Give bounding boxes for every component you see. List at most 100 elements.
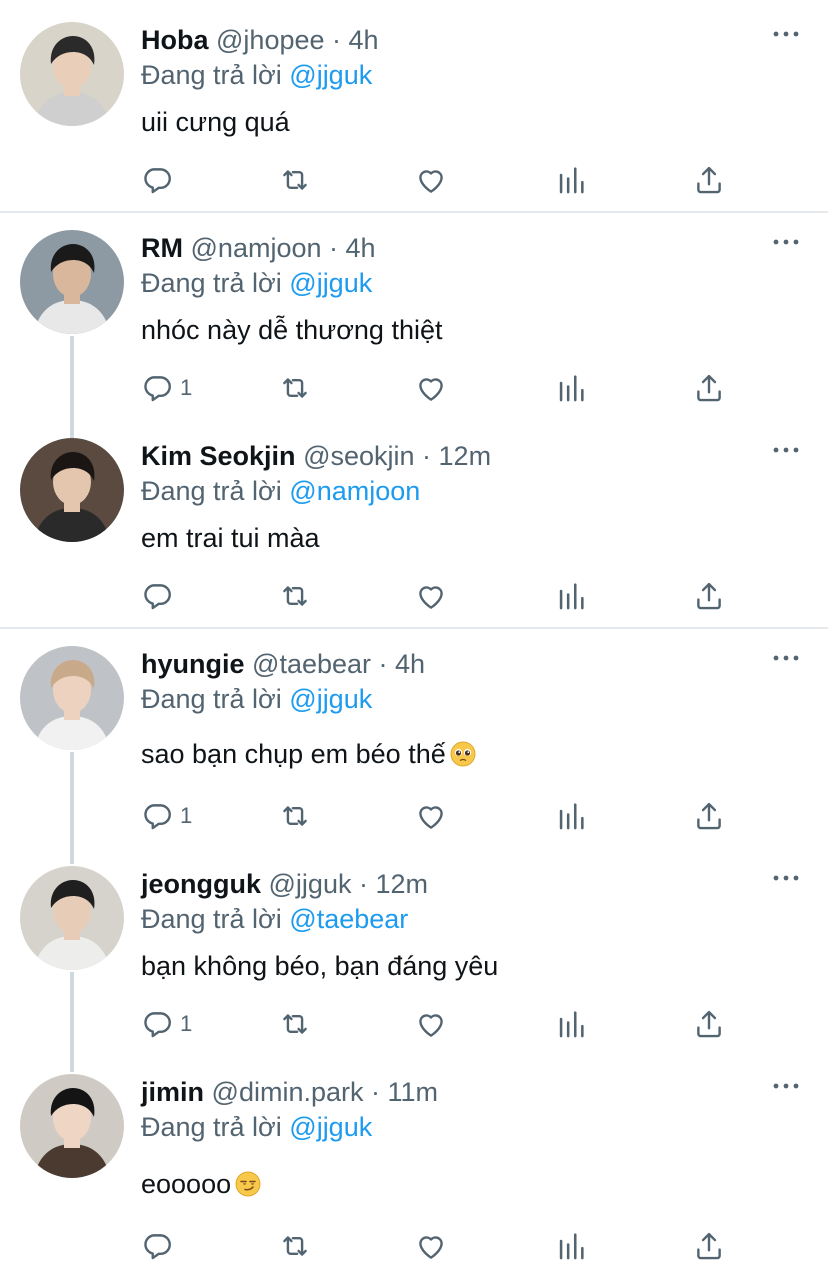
share-button[interactable] [692, 162, 726, 198]
timestamp[interactable]: 4h [395, 649, 425, 679]
retweet-icon [278, 163, 312, 197]
tweet-text: nhóc này dễ thương thiệt [141, 312, 442, 348]
retweet-icon [278, 371, 312, 405]
share-button[interactable] [692, 1228, 726, 1264]
share-button[interactable] [692, 370, 726, 406]
tweet-text: bạn không béo, bạn đáng yêu [141, 948, 498, 984]
more-icon[interactable] [770, 868, 802, 888]
tweet-actions [140, 1228, 740, 1264]
replying-to: Đang trả lời @taebear [141, 901, 408, 937]
like-button[interactable] [414, 162, 448, 198]
tweet-header: hyungie @taebear · 4h [141, 646, 425, 682]
separator-dot: · [351, 869, 376, 899]
avatar[interactable] [20, 646, 124, 750]
mention-link[interactable]: @jjguk [289, 268, 372, 298]
views-button[interactable] [554, 798, 588, 834]
tweet-text-content: bạn không béo, bạn đáng yêu [141, 951, 499, 981]
like-button[interactable] [414, 1006, 448, 1042]
timestamp[interactable]: 4h [346, 233, 376, 263]
like-button[interactable] [414, 370, 448, 406]
share-button[interactable] [692, 1006, 726, 1042]
reply-button[interactable]: 1 [140, 370, 192, 406]
like-button[interactable] [414, 578, 448, 614]
more-icon[interactable] [770, 1076, 802, 1096]
retweet-icon [278, 1229, 312, 1263]
tweet-text-content: nhóc này dễ thương thiệt [141, 315, 443, 345]
reply-icon [140, 371, 174, 405]
user-handle[interactable]: @taebear [252, 649, 371, 679]
display-name[interactable]: Kim Seokjin [141, 441, 296, 471]
display-name[interactable]: RM [141, 233, 183, 263]
reply-button[interactable]: 1 [140, 1006, 192, 1042]
thread-line [70, 336, 74, 440]
views-button[interactable] [554, 162, 588, 198]
avatar[interactable] [20, 1074, 124, 1178]
like-button[interactable] [414, 798, 448, 834]
retweet-button[interactable] [278, 1006, 312, 1042]
mention-link[interactable]: @jjguk [289, 684, 372, 714]
like-icon [414, 1007, 448, 1041]
mention-link[interactable]: @jjguk [289, 60, 372, 90]
replying-to: Đang trả lời @jjguk [141, 57, 372, 93]
views-button[interactable] [554, 578, 588, 614]
timestamp[interactable]: 4h [349, 25, 379, 55]
timestamp[interactable]: 12m [375, 869, 428, 899]
user-handle[interactable]: @namjoon [191, 233, 322, 263]
reply-button[interactable] [140, 162, 180, 198]
display-name[interactable]: jeongguk [141, 869, 261, 899]
views-icon [554, 163, 588, 197]
avatar[interactable] [20, 22, 124, 126]
user-handle[interactable]: @seokjin [303, 441, 414, 471]
tweet-text: uii cưng quá [141, 104, 290, 140]
avatar[interactable] [20, 866, 124, 970]
more-icon[interactable] [770, 24, 802, 44]
share-button[interactable] [692, 578, 726, 614]
mention-link[interactable]: @jjguk [289, 1112, 372, 1142]
display-name[interactable]: Hoba [141, 25, 209, 55]
reply-icon [140, 579, 174, 613]
tweet-actions [140, 162, 740, 198]
retweet-button[interactable] [278, 162, 312, 198]
reply-button[interactable] [140, 1228, 180, 1264]
reply-button[interactable]: 1 [140, 798, 192, 834]
views-button[interactable] [554, 370, 588, 406]
like-icon [414, 163, 448, 197]
retweet-button[interactable] [278, 1228, 312, 1264]
replying-label: Đang trả lời [141, 684, 282, 714]
mention-link[interactable]: @namjoon [289, 476, 420, 506]
retweet-button[interactable] [278, 578, 312, 614]
timestamp[interactable]: 12m [439, 441, 492, 471]
like-icon [414, 799, 448, 833]
views-icon [554, 1229, 588, 1263]
more-icon[interactable] [770, 440, 802, 460]
retweet-icon [278, 799, 312, 833]
like-icon [414, 371, 448, 405]
views-button[interactable] [554, 1006, 588, 1042]
retweet-button[interactable] [278, 370, 312, 406]
like-button[interactable] [414, 1228, 448, 1264]
display-name[interactable]: hyungie [141, 649, 245, 679]
replying-label: Đang trả lời [141, 904, 282, 934]
share-button[interactable] [692, 798, 726, 834]
display-name[interactable]: jimin [141, 1077, 204, 1107]
more-icon[interactable] [770, 232, 802, 252]
reply-icon [140, 1229, 174, 1263]
user-handle[interactable]: @dimin.park [212, 1077, 364, 1107]
tweet-text-content: uii cưng quá [141, 107, 290, 137]
timestamp[interactable]: 11m [388, 1077, 439, 1107]
views-button[interactable] [554, 1228, 588, 1264]
more-icon[interactable] [770, 648, 802, 668]
avatar[interactable] [20, 438, 124, 542]
retweet-button[interactable] [278, 798, 312, 834]
share-icon [692, 1229, 726, 1263]
separator-dot: · [414, 441, 439, 471]
avatar[interactable] [20, 230, 124, 334]
user-handle[interactable]: @jhopee [216, 25, 325, 55]
tweet-actions: 1 [140, 370, 740, 406]
reply-button[interactable] [140, 578, 180, 614]
mention-link[interactable]: @taebear [289, 904, 408, 934]
tweet-header: jimin @dimin.park · 11m [141, 1074, 438, 1110]
thread-divider [0, 211, 828, 213]
user-handle[interactable]: @jjguk [269, 869, 352, 899]
replying-label: Đang trả lời [141, 268, 282, 298]
